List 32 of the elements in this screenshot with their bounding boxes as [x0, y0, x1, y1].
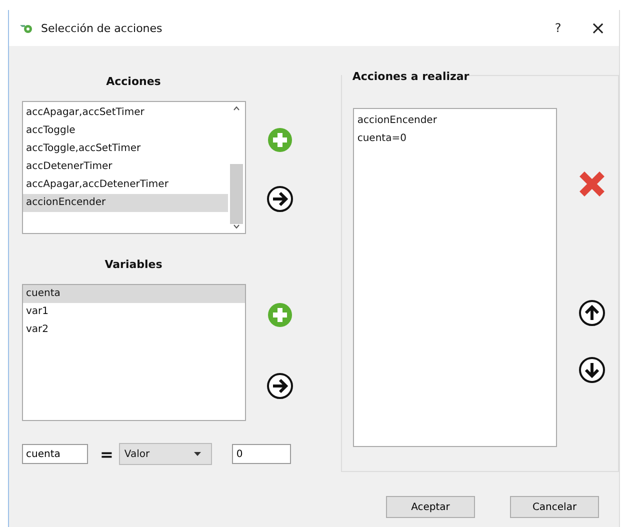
list-item[interactable]: accToggle,accSetTimer [23, 140, 228, 158]
close-button[interactable]: × [581, 13, 615, 43]
add-icon[interactable] [267, 127, 293, 153]
list-item[interactable]: var2 [23, 321, 245, 339]
list-item[interactable]: accApagar,accDetenerTimer [23, 176, 228, 194]
variables-list[interactable]: cuenta var1 var2 [22, 284, 246, 421]
add-icon[interactable] [267, 302, 293, 328]
scroll-up-icon[interactable] [233, 106, 240, 111]
list-item[interactable]: accionEncender [354, 112, 556, 130]
delete-icon[interactable] [577, 169, 608, 199]
section-heading: Acciones [105, 75, 162, 90]
dialog-button[interactable]: Cancelar [510, 496, 599, 518]
variable-field[interactable]: cuenta [22, 444, 88, 464]
dialog-button[interactable]: Aceptar [386, 496, 475, 518]
actions-list[interactable]: accApagar,accSetTimer accToggle accToggle,accSetTimer accDetenerTimer accApagar,accDetenerTimer accionEncender [22, 101, 246, 234]
source-dropdown[interactable]: Valor [119, 443, 212, 465]
equals-sign: = [100, 444, 114, 464]
window-title: Selección de acciones [41, 22, 164, 34]
scroll-down-icon[interactable] [233, 224, 240, 229]
list-item[interactable]: var1 [23, 303, 245, 321]
list-item[interactable]: accToggle [23, 122, 228, 140]
section-heading: Variables [104, 258, 164, 273]
list-item[interactable]: accDetenerTimer [23, 158, 228, 176]
list-item[interactable]: accionEncender [23, 194, 228, 212]
list-item[interactable]: cuenta [23, 285, 245, 303]
help-button[interactable]: ? [541, 13, 575, 43]
list-item[interactable]: accApagar,accSetTimer [23, 104, 228, 122]
list-item[interactable]: cuenta=0 [354, 130, 556, 148]
group-title: Acciones a realizar [342, 70, 470, 83]
value-field[interactable]: 0 [232, 444, 292, 464]
caret-icon [194, 452, 202, 456]
selected-actions-list[interactable]: accionEncender cuenta=0 [353, 108, 558, 447]
